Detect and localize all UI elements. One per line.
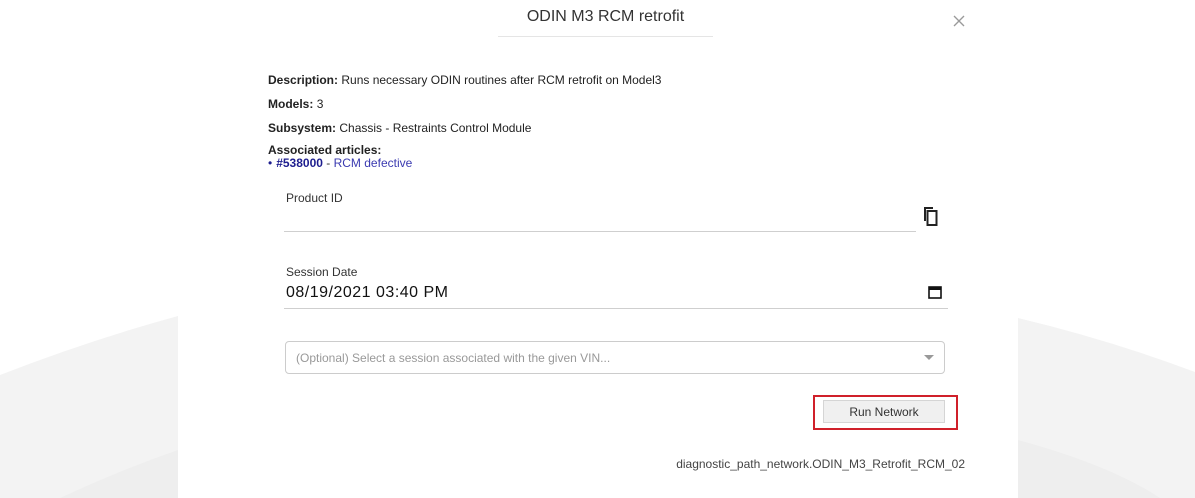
- article-list-item: • #538000 - RCM defective: [268, 157, 661, 170]
- product-id-underline: [284, 231, 916, 232]
- description-line: Description: Runs necessary ODIN routine…: [268, 72, 661, 88]
- models-label: Models:: [268, 97, 314, 111]
- routine-info: Description: Runs necessary ODIN routine…: [268, 72, 661, 170]
- models-value: 3: [316, 97, 324, 111]
- article-id-link[interactable]: #538000: [276, 156, 323, 170]
- close-icon[interactable]: [950, 12, 968, 30]
- subsystem-line: Subsystem: Chassis - Restraints Control …: [268, 120, 661, 136]
- subsystem-value: Chassis - Restraints Control Module: [339, 121, 532, 135]
- session-date-input[interactable]: 08/19/2021 03:40 PM: [286, 284, 449, 302]
- session-date-label: Session Date: [286, 265, 358, 279]
- models-line: Models: 3: [268, 96, 661, 112]
- copy-icon[interactable]: [921, 205, 939, 227]
- modal-title: ODIN M3 RCM retrofit: [498, 8, 713, 37]
- description-label: Description:: [268, 73, 339, 87]
- session-date-underline: [284, 308, 948, 309]
- session-select[interactable]: (Optional) Select a session associated w…: [285, 341, 945, 374]
- network-identifier: diagnostic_path_network.ODIN_M3_Retrofit…: [676, 457, 965, 471]
- product-id-label: Product ID: [286, 191, 343, 205]
- product-id-input[interactable]: [286, 210, 911, 230]
- screen: ODIN M3 RCM retrofit Description: Runs n…: [0, 0, 1195, 498]
- chevron-down-icon[interactable]: [924, 355, 934, 360]
- article-title-link[interactable]: RCM defective: [334, 156, 413, 170]
- calendar-icon[interactable]: [928, 285, 942, 299]
- retrofit-modal: ODIN M3 RCM retrofit Description: Runs n…: [178, 0, 1018, 498]
- bullet-icon: •: [268, 156, 273, 170]
- run-network-button[interactable]: Run Network: [823, 400, 945, 423]
- subsystem-label: Subsystem:: [268, 121, 337, 135]
- article-separator: -: [322, 156, 334, 170]
- session-select-placeholder: (Optional) Select a session associated w…: [296, 351, 611, 365]
- description-value: Runs necessary ODIN routines after RCM r…: [341, 73, 662, 87]
